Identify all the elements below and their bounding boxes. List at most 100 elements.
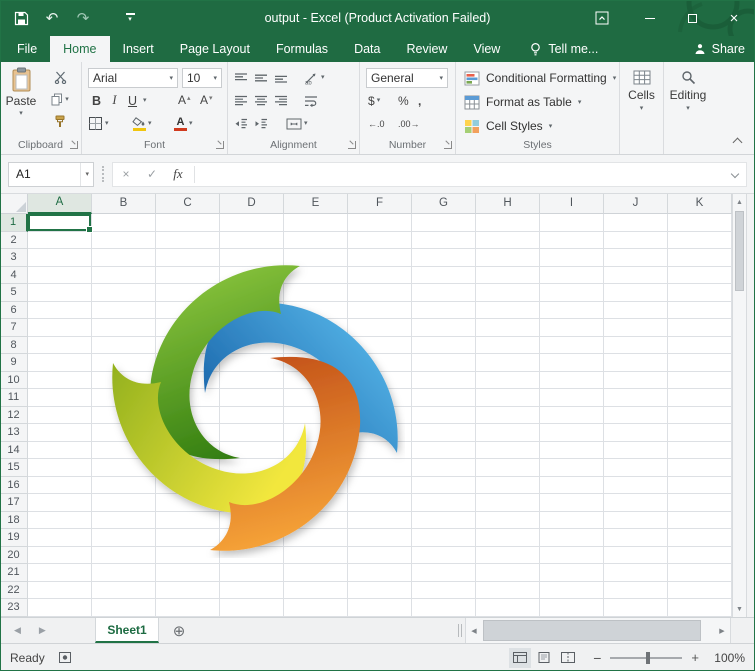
tab-scroll-splitter[interactable] xyxy=(458,624,462,637)
cell-J14[interactable] xyxy=(604,442,668,460)
cell-A19[interactable] xyxy=(28,529,92,547)
formula-bar-splitter[interactable] xyxy=(102,166,104,182)
vertical-scroll-thumb[interactable] xyxy=(735,211,744,291)
italic-button[interactable]: I xyxy=(106,91,123,110)
zoom-slider-thumb[interactable] xyxy=(646,652,650,664)
share-button[interactable]: Share xyxy=(694,36,745,62)
increase-indent-button[interactable] xyxy=(254,114,268,133)
fill-color-button[interactable]: ▾ xyxy=(132,114,152,133)
wrap-text-button[interactable] xyxy=(304,91,318,110)
cancel-button[interactable]: × xyxy=(113,163,139,186)
cell-K2[interactable] xyxy=(668,232,732,250)
cell-J15[interactable] xyxy=(604,459,668,477)
cell-K14[interactable] xyxy=(668,442,732,460)
format-as-table-button[interactable]: Format as Table ▾ xyxy=(464,91,581,113)
zoom-in-button[interactable]: + xyxy=(691,650,699,665)
row-header-8[interactable]: 8 xyxy=(0,337,28,355)
column-header-E[interactable]: E xyxy=(284,194,348,214)
tab-review[interactable]: Review xyxy=(393,36,460,62)
row-header-12[interactable]: 12 xyxy=(0,407,28,425)
row-header-21[interactable]: 21 xyxy=(0,564,28,582)
cell-K15[interactable] xyxy=(668,459,732,477)
clipboard-dialog-launcher[interactable] xyxy=(70,141,78,149)
decrease-font-size-button[interactable]: A▾ xyxy=(200,91,213,110)
ribbon-display-options-button[interactable] xyxy=(585,0,619,36)
underline-button[interactable]: U ▾ xyxy=(124,91,147,110)
font-dialog-launcher[interactable] xyxy=(216,141,224,149)
cell-I4[interactable] xyxy=(540,267,604,285)
cell-K20[interactable] xyxy=(668,547,732,565)
cell-A15[interactable] xyxy=(28,459,92,477)
row-header-15[interactable]: 15 xyxy=(0,459,28,477)
row-header-3[interactable]: 3 xyxy=(0,249,28,267)
cell-J21[interactable] xyxy=(604,564,668,582)
column-header-B[interactable]: B xyxy=(92,194,156,214)
cell-H15[interactable] xyxy=(476,459,540,477)
cell-B1[interactable] xyxy=(92,214,156,232)
redo-button[interactable]: ↷ xyxy=(75,8,91,28)
cell-J11[interactable] xyxy=(604,389,668,407)
cell-H13[interactable] xyxy=(476,424,540,442)
cell-D22[interactable] xyxy=(220,582,284,600)
alignment-dialog-launcher[interactable] xyxy=(348,141,356,149)
cell-H11[interactable] xyxy=(476,389,540,407)
cell-G15[interactable] xyxy=(412,459,476,477)
cell-K8[interactable] xyxy=(668,337,732,355)
cell-A10[interactable] xyxy=(28,372,92,390)
cell-J17[interactable] xyxy=(604,494,668,512)
cell-J16[interactable] xyxy=(604,477,668,495)
cell-J22[interactable] xyxy=(604,582,668,600)
decrease-decimal-button[interactable]: .00→ xyxy=(398,114,420,133)
minimize-button[interactable] xyxy=(629,0,671,36)
cell-K12[interactable] xyxy=(668,407,732,425)
scroll-left-button[interactable]: ◀ xyxy=(466,618,482,643)
cell-C1[interactable] xyxy=(156,214,220,232)
column-header-C[interactable]: C xyxy=(156,194,220,214)
cell-J7[interactable] xyxy=(604,319,668,337)
cell-I8[interactable] xyxy=(540,337,604,355)
borders-button[interactable]: ▾ xyxy=(88,114,109,133)
tab-data[interactable]: Data xyxy=(341,36,393,62)
cell-G18[interactable] xyxy=(412,512,476,530)
cell-H3[interactable] xyxy=(476,249,540,267)
cell-K13[interactable] xyxy=(668,424,732,442)
cell-E1[interactable] xyxy=(284,214,348,232)
zoom-out-button[interactable]: − xyxy=(593,650,601,666)
row-header-1[interactable]: 1 xyxy=(0,214,28,232)
new-sheet-button[interactable]: ⊕ xyxy=(159,618,199,643)
cell-J4[interactable] xyxy=(604,267,668,285)
cell-I1[interactable] xyxy=(540,214,604,232)
middle-align-button[interactable] xyxy=(254,68,268,87)
cell-A2[interactable] xyxy=(28,232,92,250)
cell-I7[interactable] xyxy=(540,319,604,337)
cell-E21[interactable] xyxy=(284,564,348,582)
vertical-scroll-track[interactable] xyxy=(733,292,746,601)
font-name-combo[interactable]: Arial ▾ xyxy=(88,68,178,88)
cell-I5[interactable] xyxy=(540,284,604,302)
row-header-10[interactable]: 10 xyxy=(0,372,28,390)
row-header-6[interactable]: 6 xyxy=(0,302,28,320)
copy-button[interactable]: ▾ xyxy=(44,91,76,108)
cell-F23[interactable] xyxy=(348,599,412,617)
row-header-7[interactable]: 7 xyxy=(0,319,28,337)
cell-A7[interactable] xyxy=(28,319,92,337)
column-header-F[interactable]: F xyxy=(348,194,412,214)
cell-J12[interactable] xyxy=(604,407,668,425)
horizontal-scroll-track[interactable] xyxy=(482,618,714,643)
row-header-16[interactable]: 16 xyxy=(0,477,28,495)
cell-I23[interactable] xyxy=(540,599,604,617)
cell-H14[interactable] xyxy=(476,442,540,460)
tab-file[interactable]: File xyxy=(4,36,50,62)
cell-H21[interactable] xyxy=(476,564,540,582)
sheet-nav-right-button[interactable]: ▶ xyxy=(39,625,46,636)
cell-I10[interactable] xyxy=(540,372,604,390)
tab-home[interactable]: Home xyxy=(50,36,109,62)
cell-F1[interactable] xyxy=(348,214,412,232)
cell-H2[interactable] xyxy=(476,232,540,250)
cell-G19[interactable] xyxy=(412,529,476,547)
row-header-18[interactable]: 18 xyxy=(0,512,28,530)
cell-F21[interactable] xyxy=(348,564,412,582)
row-header-22[interactable]: 22 xyxy=(0,582,28,600)
collapse-ribbon-button[interactable] xyxy=(733,138,743,148)
number-dialog-launcher[interactable] xyxy=(444,141,452,149)
